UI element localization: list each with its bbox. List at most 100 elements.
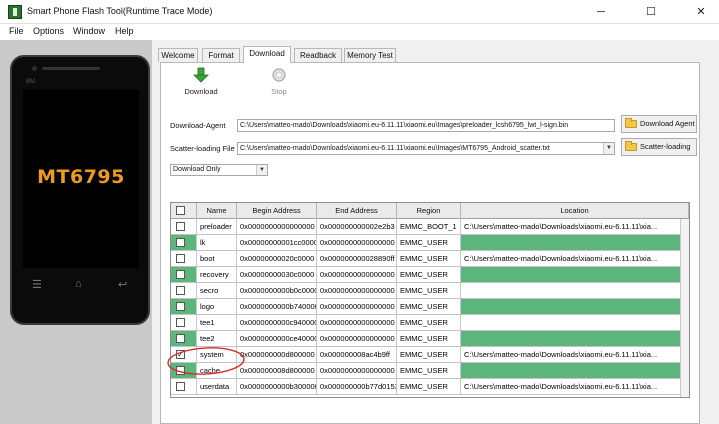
cell-location: C:\Users\matteo-mado\Downloads\xiaomi.eu… [461, 219, 689, 234]
cell-end: 0x0000000000000000 [317, 283, 397, 298]
row-checkbox[interactable] [176, 254, 185, 263]
header-location[interactable]: Location [461, 203, 689, 219]
cell-begin: 0x0000000000b0c0000 [237, 283, 317, 298]
download-agent-path[interactable]: C:\Users\matteo-mado\Downloads\xiaomi.eu… [237, 119, 615, 132]
cell-begin: 0x0000000000c940000 [237, 315, 317, 330]
scatter-loading-button[interactable]: Scatter-loading [621, 138, 697, 156]
download-mode-value: Download Only [173, 166, 221, 173]
row-checkbox-cell [171, 283, 197, 298]
cell-location [461, 363, 689, 378]
menu-file[interactable]: File [9, 26, 24, 36]
cell-region: EMMC_USER [397, 315, 461, 330]
tab-readback[interactable]: Readback [294, 48, 342, 62]
cell-region: EMMC_USER [397, 235, 461, 250]
header-name[interactable]: Name [197, 203, 237, 219]
cell-end: 0x000000000028890ff [317, 251, 397, 266]
row-checkbox[interactable] [176, 382, 185, 391]
download-panel: Download Stop Download-Agent C:\Users\ma… [160, 62, 700, 424]
cell-region: EMMC_USER [397, 283, 461, 298]
table-scrollbar[interactable] [680, 219, 689, 397]
row-checkbox[interactable] [176, 286, 185, 295]
cell-name: lk [197, 235, 237, 250]
header-begin-address[interactable]: Begin Address [237, 203, 317, 219]
cell-location [461, 315, 689, 330]
stop-button[interactable]: Stop [255, 65, 303, 96]
table-row[interactable]: lk 0x00000000001cc0000 0x0000000000000000 E… [171, 235, 689, 251]
row-checkbox[interactable] [176, 318, 185, 327]
row-checkbox[interactable] [176, 334, 185, 343]
tab-welcome[interactable]: Welcome [158, 48, 198, 62]
menu-help[interactable]: Help [115, 26, 134, 36]
back-key-icon: ↩ [118, 279, 128, 291]
menu-options[interactable]: Options [33, 26, 64, 36]
cell-region: EMMC_USER [397, 347, 461, 362]
menu-window[interactable]: Window [73, 26, 105, 36]
table-row[interactable]: recovery 0x00000000030c0000 0x000000000000… [171, 267, 689, 283]
row-checkbox[interactable] [176, 222, 185, 231]
home-key-icon: ⌂ [75, 278, 82, 290]
table-row[interactable]: logo 0x0000000000b740000 0x000000000000000… [171, 299, 689, 315]
folder-icon [625, 141, 637, 151]
table-row[interactable]: preloader 0x0000000000000000 0x00000000000… [171, 219, 689, 235]
tab-format[interactable]: Format [202, 48, 240, 62]
scatter-file-value: C:\Users\matteo-mado\Downloads\xiaomi.eu… [240, 145, 550, 152]
header-region[interactable]: Region [397, 203, 461, 219]
cell-name: preloader [197, 219, 237, 234]
table-row[interactable]: tee1 0x0000000000c940000 0x000000000000000… [171, 315, 689, 331]
download-agent-button[interactable]: Download Agent [621, 115, 697, 133]
table-row[interactable]: boot 0x00000000020c0000 0x000000000028890f… [171, 251, 689, 267]
table-row[interactable]: userdata 0x0000000000b3000000 0x000000000b… [171, 379, 689, 395]
download-mode-select[interactable]: Download Only ▼ [170, 164, 268, 176]
window-title: Smart Phone Flash Tool(Runtime Trace Mod… [27, 6, 213, 16]
header-end-address[interactable]: End Address [317, 203, 397, 219]
cell-name: boot [197, 251, 237, 266]
header-select-all[interactable] [171, 203, 197, 219]
table-row[interactable]: secro 0x0000000000b0c0000 0x00000000000000… [171, 283, 689, 299]
tab-download[interactable]: Download [243, 46, 291, 63]
minimize-button[interactable]: ─ [584, 0, 618, 24]
row-checkbox[interactable] [176, 270, 185, 279]
select-all-checkbox[interactable] [176, 206, 185, 215]
main-area: Welcome Format Download Readback Memory … [155, 40, 719, 424]
cell-region: EMMC_USER [397, 379, 461, 394]
chevron-down-icon[interactable]: ▼ [603, 143, 614, 154]
cell-name: userdata [197, 379, 237, 394]
cell-end: 0x0000000000000000 [317, 235, 397, 250]
title-bar: Smart Phone Flash Tool(Runtime Trace Mod… [0, 0, 719, 24]
cell-begin: 0x00000000001cc0000 [237, 235, 317, 250]
row-checkbox-cell [171, 251, 197, 266]
cell-location [461, 331, 689, 346]
cell-begin: 0x0000000000000000 [237, 219, 317, 234]
cell-end: 0x0000000000000000 [317, 267, 397, 282]
tab-memory-test[interactable]: Memory Test [344, 48, 396, 62]
cell-end: 0x0000000000000000 [317, 331, 397, 346]
cell-region: EMMC_BOOT_1 [397, 219, 461, 234]
cell-region: EMMC_USER [397, 251, 461, 266]
scatter-file-path[interactable]: C:\Users\matteo-mado\Downloads\xiaomi.eu… [237, 142, 615, 155]
menu-key-icon: ☰ [32, 279, 42, 291]
cell-end: 0x0000000000000000 [317, 315, 397, 330]
download-button-label: Download [184, 87, 218, 96]
maximize-button[interactable]: ☐ [634, 0, 668, 24]
cell-end: 0x0000000000000000 [317, 363, 397, 378]
row-checkbox-cell [171, 379, 197, 394]
row-checkbox[interactable] [176, 238, 185, 247]
cell-location: C:\Users\matteo-mado\Downloads\xiaomi.eu… [461, 251, 689, 266]
cell-name: logo [197, 299, 237, 314]
cell-begin: 0x0000000000b3000000 [237, 379, 317, 394]
download-button[interactable]: Download [177, 65, 225, 96]
cell-region: EMMC_USER [397, 331, 461, 346]
cell-region: EMMC_USER [397, 299, 461, 314]
menu-bar: File Options Window Help [0, 24, 719, 40]
speaker-grill [42, 67, 100, 70]
chevron-down-icon[interactable]: ▼ [256, 165, 267, 175]
download-icon [193, 67, 209, 83]
cell-name: secro [197, 283, 237, 298]
close-button[interactable]: ✕ [684, 0, 718, 24]
row-checkbox[interactable] [176, 302, 185, 311]
cell-region: EMMC_USER [397, 363, 461, 378]
row-checkbox-cell [171, 219, 197, 234]
cell-location [461, 283, 689, 298]
cell-begin: 0x0000000000b740000 [237, 299, 317, 314]
cell-end: 0x000000000b77d0153 [317, 379, 397, 394]
